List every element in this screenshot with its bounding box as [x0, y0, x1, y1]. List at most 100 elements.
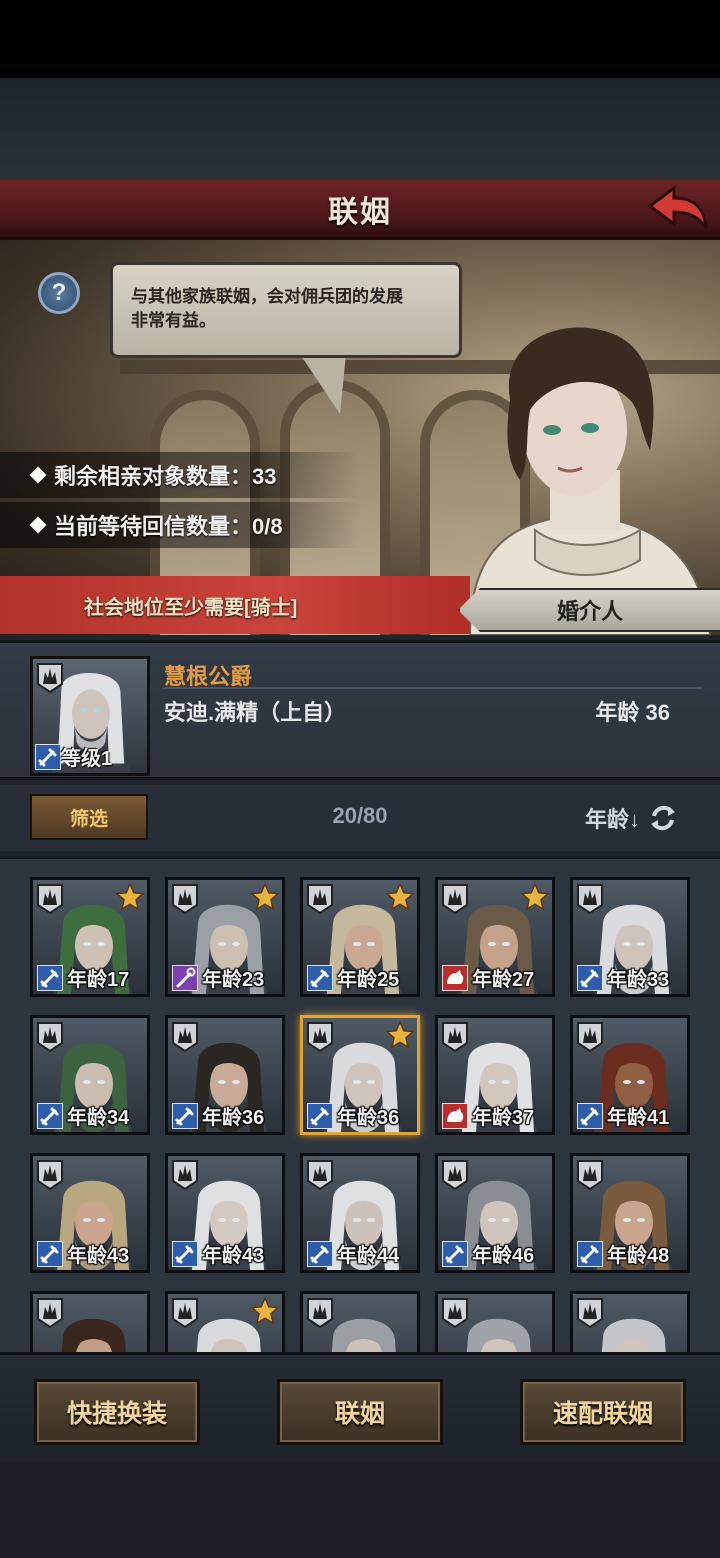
speech-bubble-tail: [300, 354, 346, 414]
question-icon: ?: [51, 279, 67, 306]
candidate-card[interactable]: 年龄23: [165, 877, 285, 997]
candidate-age-text: 年龄33: [607, 969, 670, 991]
speech-bubble: 与其他家族联姻，会对佣兵团的发展 非常有益。: [110, 262, 462, 358]
candidate-card[interactable]: [570, 1291, 690, 1352]
candidate-card[interactable]: [165, 1291, 285, 1352]
candidate-age: 年龄46: [442, 1239, 534, 1268]
sword-class-icon: [307, 1240, 333, 1267]
marriage-screen: 联姻 ? 与其他家族联姻，会对佣兵团的发展 非常有益。 剩余相亲对象数量：33 …: [0, 0, 720, 1558]
beast-class-icon: [442, 1102, 468, 1129]
matchmaker-label: 婚介人: [556, 599, 623, 624]
status-requirement-bar: 社会地位至少需要[骑士]: [0, 576, 470, 634]
refresh-icon[interactable]: [646, 801, 680, 835]
candidate-age-text: 年龄43: [67, 1245, 130, 1267]
candidate-card[interactable]: 年龄43: [165, 1153, 285, 1273]
diamond-bullet-icon: [29, 516, 47, 534]
candidate-age: 年龄41: [577, 1101, 669, 1130]
candidate-card[interactable]: [435, 1291, 555, 1352]
waiting-replies-label: 当前等待回信数量：0/8: [54, 514, 283, 539]
candidate-card[interactable]: 年龄27: [435, 877, 555, 997]
candidate-card[interactable]: 年龄41: [570, 1015, 690, 1135]
matchmaker-portrait: [468, 327, 712, 635]
sort-by-age-button[interactable]: 年龄↓: [585, 801, 680, 835]
candidate-card[interactable]: 年龄36: [300, 1015, 420, 1135]
candidate-age-text: 年龄34: [67, 1107, 130, 1129]
character-name: 安迪.满精（上自）: [164, 700, 347, 725]
star-icon: [250, 882, 280, 911]
matchmaker-scene: ? 与其他家族联姻，会对佣兵团的发展 非常有益。 剩余相亲对象数量：33 当前等…: [0, 240, 720, 635]
quick-equip-label: 快捷换装: [66, 1400, 167, 1428]
candidate-age-text: 年龄36: [337, 1107, 400, 1129]
candidate-card[interactable]: 年龄48: [570, 1153, 690, 1273]
candidate-age: 年龄48: [577, 1239, 669, 1268]
filter-bar: 筛选 20/80 年龄↓: [0, 785, 720, 851]
help-button[interactable]: ?: [38, 272, 80, 314]
sword-class-icon: [37, 964, 63, 991]
matchmaker-name-tag: 婚介人: [458, 588, 720, 632]
house-crest-icon: [172, 1160, 198, 1191]
back-arrow-icon[interactable]: [646, 184, 710, 236]
candidate-card[interactable]: 年龄34: [30, 1015, 150, 1135]
candidate-age: 年龄33: [577, 963, 669, 992]
diamond-bullet-icon: [29, 466, 47, 484]
staff-class-icon: [172, 964, 198, 991]
candidate-card[interactable]: 年龄44: [300, 1153, 420, 1273]
character-level: 等级1: [35, 742, 112, 771]
candidate-age-text: 年龄36: [202, 1107, 265, 1129]
house-crest-icon: [37, 1160, 63, 1191]
marry-button[interactable]: 联姻: [277, 1379, 443, 1445]
candidate-age-text: 年龄37: [472, 1107, 535, 1129]
character-portrait[interactable]: 等级1: [30, 656, 150, 776]
candidate-grid: 年龄17 年龄23 年龄25 年龄27 年龄33 年龄34 年龄36 年龄36 …: [0, 856, 720, 1352]
house-crest-icon: [442, 1160, 468, 1191]
candidate-card[interactable]: 年龄43: [30, 1153, 150, 1273]
remaining-candidates-label: 剩余相亲对象数量：33: [54, 464, 277, 489]
beast-class-icon: [442, 964, 468, 991]
star-icon: [385, 1020, 415, 1049]
candidate-age: 年龄36: [172, 1101, 264, 1130]
house-crest-icon: [37, 1298, 63, 1329]
candidate-age: 年龄36: [307, 1101, 399, 1130]
candidate-age-text: 年龄17: [67, 969, 130, 991]
candidate-card[interactable]: 年龄17: [30, 877, 150, 997]
candidate-age-text: 年龄23: [202, 969, 265, 991]
house-crest-icon: [577, 884, 603, 915]
candidate-age-text: 年龄41: [607, 1107, 670, 1129]
sword-class-icon: [35, 743, 61, 770]
candidate-age: 年龄17: [37, 963, 129, 992]
house-crest-icon: [577, 1160, 603, 1191]
speech-line-2: 非常有益。: [131, 311, 216, 330]
house-crest-icon: [442, 1022, 468, 1053]
quick-equip-button[interactable]: 快捷换装: [34, 1379, 200, 1445]
sword-class-icon: [577, 1240, 603, 1267]
candidate-card[interactable]: 年龄46: [435, 1153, 555, 1273]
candidate-card[interactable]: [30, 1291, 150, 1352]
candidate-card[interactable]: 年龄36: [165, 1015, 285, 1135]
quick-match-label: 速配联姻: [552, 1400, 653, 1428]
house-crest-icon: [577, 1298, 603, 1329]
candidate-card[interactable]: 年龄25: [300, 877, 420, 997]
character-level-text: 等级1: [61, 748, 113, 770]
house-crest-icon: [442, 884, 468, 915]
candidate-age: 年龄37: [442, 1101, 534, 1130]
house-crest-icon: [307, 884, 333, 915]
candidate-card[interactable]: 年龄37: [435, 1015, 555, 1135]
candidate-face: [61, 1318, 126, 1352]
candidate-card[interactable]: [300, 1291, 420, 1352]
candidate-face: [601, 1318, 666, 1352]
house-crest-icon: [172, 884, 198, 915]
star-icon: [115, 882, 145, 911]
sword-class-icon: [37, 1102, 63, 1129]
divider: [162, 687, 702, 689]
selected-character-panel: 等级1 慧根公爵 安迪.满精（上自） 年龄 36: [0, 640, 720, 780]
sword-class-icon: [577, 964, 603, 991]
quick-match-button[interactable]: 速配联姻: [520, 1379, 686, 1445]
title-bar: 联姻: [0, 180, 720, 240]
top-spacer: [0, 78, 720, 182]
candidate-card[interactable]: 年龄33: [570, 877, 690, 997]
candidate-age: 年龄27: [442, 963, 534, 992]
candidate-age: 年龄25: [307, 963, 399, 992]
candidate-age: 年龄34: [37, 1101, 129, 1130]
star-icon: [250, 1296, 280, 1325]
page-title: 联姻: [328, 195, 392, 229]
